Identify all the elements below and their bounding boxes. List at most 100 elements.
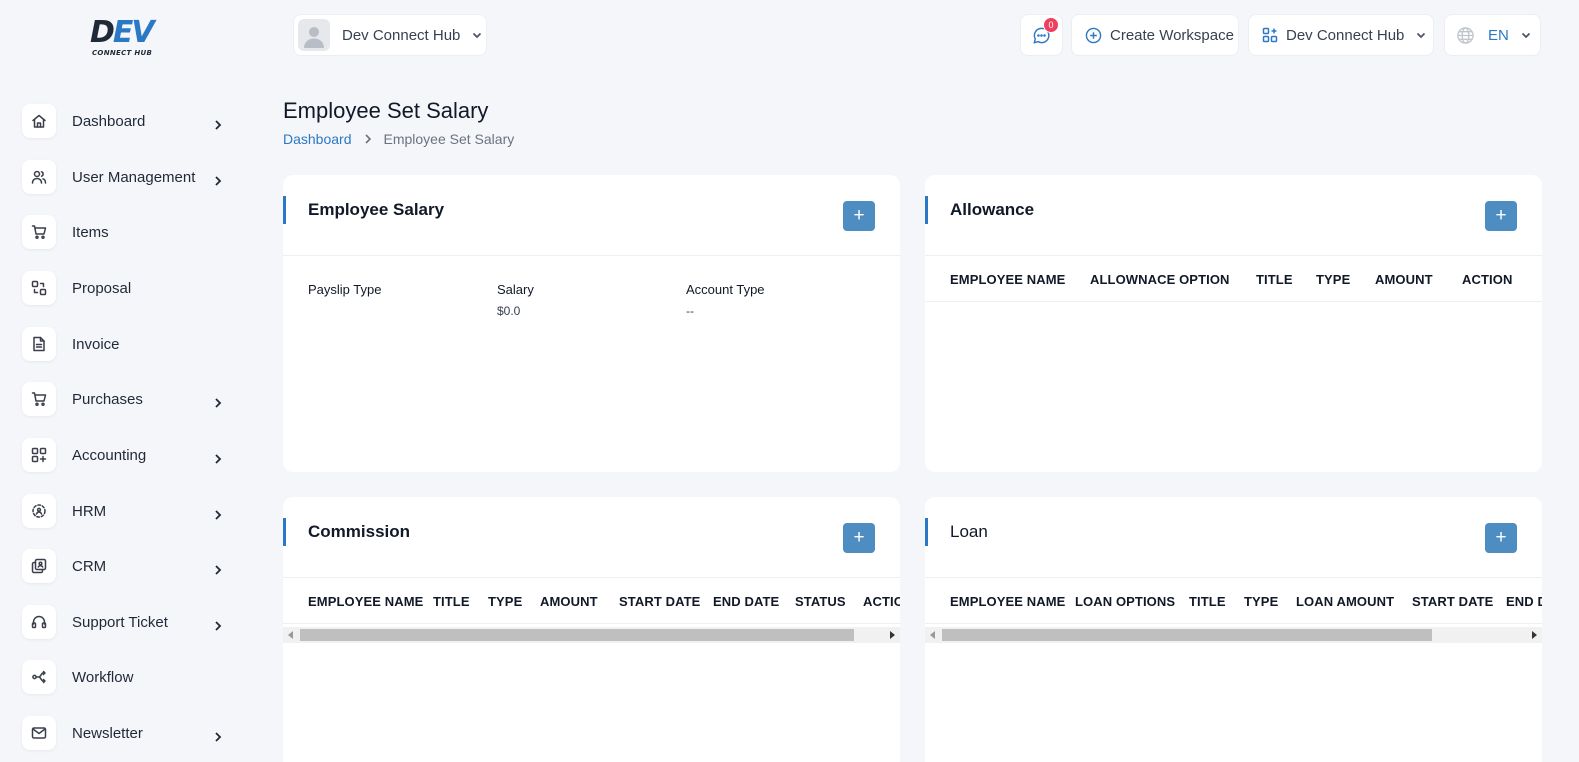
column-header[interactable]: TYPE [488,594,522,609]
chevron-down-icon [473,32,482,39]
cart-icon [22,382,56,416]
card-header: Loan + [925,497,1542,578]
users-icon [22,160,56,194]
employee-salary-card: Employee Salary + Payslip Type Salary $0… [283,175,900,472]
sidebar-item-label: Accounting [72,446,147,464]
globe-icon [1457,26,1474,44]
sidebar-item-support-ticket[interactable]: Support Ticket [22,602,237,642]
hrm-icon [22,494,56,528]
card-header: Employee Salary + [283,175,900,256]
sidebar-item-accounting[interactable]: Accounting [22,435,237,475]
sidebar-item-label: Purchases [72,390,143,408]
column-header[interactable]: ACTION [1462,272,1512,287]
loan-card: Loan + EMPLOYEE NAME LOAN OPTIONS TITLE … [925,497,1542,762]
sidebar-item-purchases[interactable]: Purchases [22,379,237,419]
column-header[interactable]: EMPLOYEE NAME [308,594,423,609]
chevron-right-icon [211,396,225,410]
sidebar-item-hrm[interactable]: HRM [22,491,237,531]
payslip-type-label: Payslip Type [308,282,382,297]
column-header[interactable]: START DATE [619,594,700,609]
language-switcher[interactable]: EN [1444,14,1541,56]
column-header[interactable]: START DATE [1412,594,1493,609]
proposal-icon [22,271,56,305]
language-code: EN [1488,26,1509,44]
chevron-right-icon [211,508,225,522]
workspace-switcher[interactable]: Dev Connect Hub [293,14,487,56]
column-header[interactable]: AMOUNT [1375,272,1433,287]
card-accent-bar [283,518,286,546]
horizontal-scrollbar[interactable] [925,627,1542,643]
file-icon [22,327,56,361]
card-title: Commission [308,522,411,541]
column-header[interactable]: LOAN OPTIONS [1075,594,1175,609]
table-header: EMPLOYEE NAME TITLE TYPE AMOUNT START DA… [283,578,900,624]
scroll-right-arrow-icon[interactable] [890,631,895,639]
column-header[interactable]: TITLE [1189,594,1226,609]
column-header[interactable]: EMPLOYEE NAME [950,594,1065,609]
column-header[interactable]: ACTIO [863,594,900,609]
column-header[interactable]: STATUS [795,594,846,609]
mail-icon [22,716,56,750]
logo-word: EV [112,15,155,50]
card-header: Commission + [283,497,900,578]
breadcrumb-dashboard-link[interactable]: Dashboard [283,131,352,147]
column-header[interactable]: ALLOWNACE OPTION [1090,272,1230,287]
column-header[interactable]: TYPE [1316,272,1350,287]
card-header: Allowance + [925,175,1542,256]
card-accent-bar [925,518,928,546]
sidebar-item-workflow[interactable]: Workflow [22,657,237,697]
scrollbar-thumb[interactable] [942,629,1432,641]
scroll-left-arrow-icon[interactable] [930,631,935,639]
column-header[interactable]: TITLE [1256,272,1293,287]
create-workspace-button[interactable]: Create Workspace [1071,14,1239,56]
logo-subtitle: CONNECT HUB [92,49,153,57]
add-salary-button[interactable]: + [843,201,875,231]
allowance-card: Allowance + EMPLOYEE NAME ALLOWNACE OPTI… [925,175,1542,472]
account-type-value: -- [686,304,694,318]
column-header[interactable]: END D [1506,594,1542,609]
scroll-right-arrow-icon[interactable] [1532,631,1537,639]
column-header[interactable]: AMOUNT [540,594,598,609]
sidebar-item-items[interactable]: Items [22,212,237,252]
column-header[interactable]: TYPE [1244,594,1278,609]
chevron-right-icon [211,563,225,577]
chevron-down-icon [1521,32,1530,39]
sidebar-item-dashboard[interactable]: Dashboard [22,101,237,141]
table-header: EMPLOYEE NAME ALLOWNACE OPTION TITLE TYP… [925,256,1542,302]
card-title: Employee Salary [308,200,445,219]
scroll-left-arrow-icon[interactable] [288,631,293,639]
add-commission-button[interactable]: + [843,523,875,553]
company-switcher[interactable]: Dev Connect Hub [1248,14,1434,56]
sidebar-item-user-management[interactable]: User Management [22,157,237,197]
column-header[interactable]: LOAN AMOUNT [1296,594,1394,609]
sidebar-item-invoice[interactable]: Invoice [22,324,237,364]
salary-value: $0.0 [497,304,521,318]
plus-circle-icon [1085,27,1102,43]
column-header[interactable]: END DATE [713,594,779,609]
horizontal-scrollbar[interactable] [283,627,900,643]
create-workspace-label: Create Workspace [1110,26,1234,44]
app-logo[interactable]: DEV CONNECT HUB [90,18,162,62]
add-loan-button[interactable]: + [1485,523,1517,553]
column-header[interactable]: EMPLOYEE NAME [950,272,1065,287]
column-header[interactable]: TITLE [433,594,470,609]
sidebar-item-label: CRM [72,557,107,575]
salary-label: Salary [497,282,534,297]
workflow-icon [22,660,56,694]
scrollbar-thumb[interactable] [300,629,854,641]
sidebar-item-label: User Management [72,168,196,186]
sidebar-item-label: Workflow [72,668,134,686]
sidebar-item-crm[interactable]: CRM [22,546,237,586]
sidebar-item-label: Invoice [72,335,120,353]
sidebar-item-newsletter[interactable]: Newsletter [22,713,237,753]
sidebar-item-proposal[interactable]: Proposal [22,268,237,308]
account-type-label: Account Type [686,282,765,297]
workspace-name: Dev Connect Hub [342,26,461,44]
avatar [298,19,330,51]
sidebar-item-label: Newsletter [72,724,143,742]
card-accent-bar [283,196,286,224]
headset-icon [22,605,56,639]
cart-icon [22,215,56,249]
chevron-right-icon [211,619,225,633]
add-allowance-button[interactable]: + [1485,201,1517,231]
